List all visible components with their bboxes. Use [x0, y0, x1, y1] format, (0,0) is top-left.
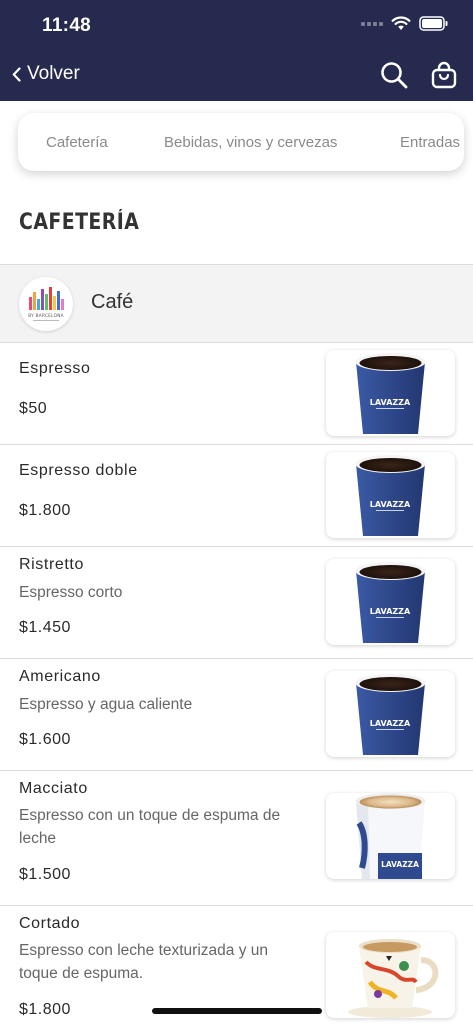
lavazza-cup-image: LAVAZZA [326, 350, 455, 436]
search-icon[interactable] [379, 60, 409, 90]
decorated-cup-image [326, 932, 455, 1018]
menu-item[interactable]: Macciato Espresso con un toque de espuma… [0, 771, 473, 906]
menu-item[interactable]: Espresso doble $1.800 LAVAZZA [0, 445, 473, 547]
menu-item[interactable]: Ristretto Espresso corto $1.450 LAVAZZA [0, 547, 473, 659]
category-tabs: Cafetería Bebidas, vinos y cervezas Entr… [18, 113, 464, 171]
lavazza-cup-image: LAVAZZA [326, 452, 455, 538]
item-price: $1.800 [19, 1001, 71, 1018]
chevron-left-icon [12, 66, 21, 82]
shopping-bag-icon[interactable] [431, 61, 457, 89]
item-name: Macciato [19, 780, 88, 797]
tab-bebidas[interactable]: Bebidas, vinos y cervezas [164, 134, 337, 151]
item-name: Ristretto [19, 556, 84, 573]
item-price: $1.500 [19, 866, 71, 883]
lavazza-cup-image: LAVAZZA [326, 559, 455, 645]
signal-icon [361, 21, 383, 26]
svg-text:LAVAZZA: LAVAZZA [370, 500, 411, 509]
svg-text:LAVAZZA: LAVAZZA [370, 398, 411, 407]
svg-text:LAVAZZA: LAVAZZA [370, 607, 411, 616]
item-price: $1.600 [19, 731, 71, 748]
category-header[interactable]: BY BARCELONA Café [0, 264, 473, 343]
status-time: 11:48 [42, 15, 92, 36]
tab-cafeteria[interactable]: Cafetería [46, 134, 108, 151]
menu-item[interactable]: Cortado Espresso con leche texturizada y… [0, 906, 473, 1024]
brand-logo: BY BARCELONA [19, 277, 73, 331]
category-name: Café [91, 291, 134, 313]
top-bar: 11:48 Volver [0, 0, 473, 101]
item-name: Espresso doble [19, 462, 138, 479]
home-indicator [152, 1008, 322, 1014]
back-button[interactable]: Volver [12, 63, 80, 85]
back-label: Volver [27, 63, 80, 84]
section-title: CAFETERÍA [19, 210, 140, 235]
item-description: Espresso y agua caliente [19, 696, 193, 713]
status-icons [361, 16, 449, 31]
menu-item[interactable]: Espresso $50 LAVAZZA [0, 343, 473, 445]
svg-text:LAVAZZA: LAVAZZA [381, 860, 419, 869]
item-price: $1.450 [19, 619, 71, 636]
item-name: Cortado [19, 915, 81, 932]
nav-actions [379, 60, 457, 90]
svg-text:BY BARCELONA: BY BARCELONA [28, 313, 64, 318]
battery-icon [419, 16, 448, 31]
wifi-icon [391, 16, 411, 30]
item-description: Espresso con leche texturizada y un toqu… [19, 942, 268, 982]
lavazza-latte-cup-image: LAVAZZA [326, 793, 455, 879]
item-price: $1.800 [19, 502, 71, 519]
lavazza-cup-image: LAVAZZA [326, 671, 455, 757]
svg-text:LAVAZZA: LAVAZZA [370, 719, 411, 728]
item-description: Espresso con un toque de espuma de leche [19, 807, 281, 847]
tab-entradas[interactable]: Entradas [400, 134, 460, 151]
menu-item[interactable]: Americano Espresso y agua caliente $1.60… [0, 659, 473, 771]
item-name: Espresso [19, 360, 91, 377]
item-name: Americano [19, 668, 101, 685]
item-description: Espresso corto [19, 584, 123, 601]
item-price: $50 [19, 400, 48, 417]
